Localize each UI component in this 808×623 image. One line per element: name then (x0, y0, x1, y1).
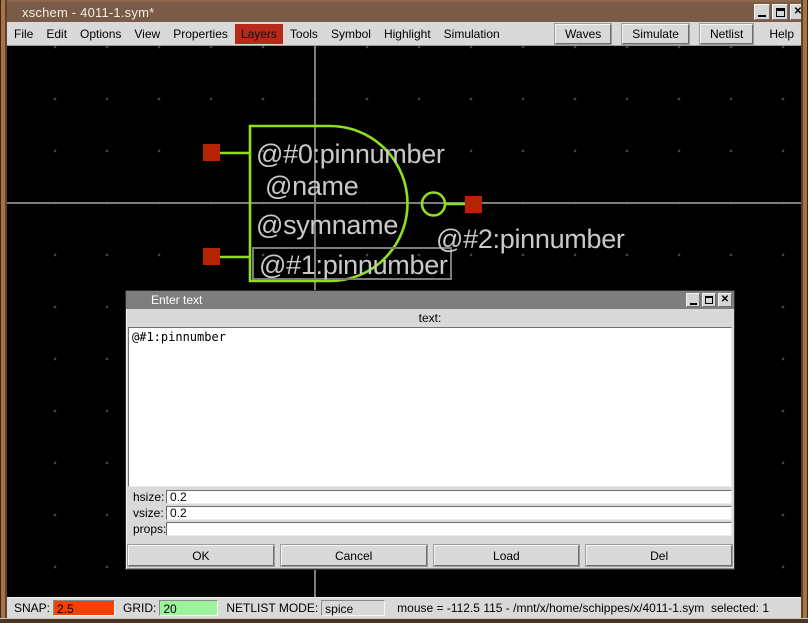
dialog-window-controls: ✕ (686, 293, 734, 307)
label-name[interactable]: @name (265, 173, 358, 200)
snap-label: SNAP: (14, 601, 50, 615)
minimize-button[interactable] (754, 4, 770, 20)
menu-file[interactable]: File (8, 24, 39, 44)
hsize-input[interactable] (166, 490, 732, 504)
dialog-maximize-button[interactable] (702, 293, 716, 307)
hsize-row: hsize: (126, 489, 732, 505)
netlist-mode-value: spice (321, 600, 385, 616)
menubar: File Edit Options View Properties Layers… (7, 22, 801, 46)
ok-button[interactable]: OK (128, 545, 274, 566)
menu-highlight[interactable]: Highlight (378, 24, 437, 44)
enter-text-dialog: Enter text ✕ text: @#1:pinnumber hsize: … (125, 290, 735, 570)
menu-simulation[interactable]: Simulation (438, 24, 506, 44)
dialog-button-row: OK Cancel Load Del (126, 537, 734, 569)
input-pin-b[interactable] (203, 248, 220, 265)
menu-layers[interactable]: Layers (235, 24, 283, 44)
load-button[interactable]: Load (434, 545, 580, 566)
menu-symbol[interactable]: Symbol (325, 24, 377, 44)
label-pin0[interactable]: @#0:pinnumber (256, 141, 445, 168)
output-pin[interactable] (465, 196, 482, 213)
menu-edit[interactable]: Edit (40, 24, 73, 44)
maximize-button[interactable] (772, 4, 788, 20)
simulate-button[interactable]: Simulate (622, 24, 689, 44)
grid-value-field[interactable]: 20 (159, 600, 218, 616)
vsize-input[interactable] (166, 506, 732, 520)
dialog-titlebar[interactable]: Enter text ✕ (126, 291, 734, 309)
xschem-window: xschem - 4011-1.sym* ✕ File Edit Options… (0, 0, 808, 623)
menu-properties[interactable]: Properties (167, 24, 234, 44)
props-input[interactable] (166, 522, 732, 536)
dialog-title: Enter text (126, 293, 202, 307)
menu-tools[interactable]: Tools (284, 24, 324, 44)
label-pin1-selected[interactable]: @#1:pinnumber (259, 252, 448, 279)
text-input-area[interactable]: @#1:pinnumber (128, 327, 732, 487)
hsize-label: hsize: (126, 490, 166, 504)
props-row: props: (126, 521, 732, 537)
waves-button[interactable]: Waves (555, 24, 611, 44)
vsize-label: vsize: (126, 506, 166, 520)
window-controls: ✕ (754, 4, 808, 20)
snap-value-field[interactable]: 2.5 (53, 600, 115, 616)
statusbar: SNAP: 2.5 GRID: 20 NETLIST MODE: spice m… (7, 597, 801, 618)
close-icon: ✕ (721, 295, 729, 305)
cancel-button[interactable]: Cancel (281, 545, 427, 566)
label-pin2[interactable]: @#2:pinnumber (436, 226, 625, 253)
window-frame-bottom (0, 618, 808, 623)
menu-options[interactable]: Options (74, 24, 127, 44)
titlebar[interactable]: xschem - 4011-1.sym* ✕ (0, 0, 808, 22)
maximize-icon (705, 296, 713, 304)
text-field-label: text: (126, 309, 734, 326)
menu-help[interactable]: Help (764, 24, 799, 44)
netlist-mode-label: NETLIST MODE: (226, 601, 318, 615)
maximize-icon (776, 8, 785, 17)
del-button[interactable]: Del (586, 545, 732, 566)
inversion-bubble[interactable] (422, 193, 445, 216)
window-title: xschem - 4011-1.sym* (0, 5, 154, 20)
window-frame-left (0, 0, 7, 623)
menu-view[interactable]: View (128, 24, 166, 44)
vsize-row: vsize: (126, 505, 732, 521)
mouse-coordinates-status: mouse = -112.5 115 - /mnt/x/home/schippe… (397, 601, 769, 615)
dialog-close-button[interactable]: ✕ (718, 293, 732, 307)
minimize-icon (690, 303, 697, 305)
dialog-minimize-button[interactable] (686, 293, 700, 307)
label-symname[interactable]: @symname (256, 212, 398, 239)
props-label: props: (126, 522, 166, 536)
window-frame-right (801, 0, 808, 623)
minimize-icon (758, 15, 766, 17)
input-pin-a[interactable] (203, 144, 220, 161)
grid-label: GRID: (123, 601, 156, 615)
netlist-button[interactable]: Netlist (700, 24, 753, 44)
